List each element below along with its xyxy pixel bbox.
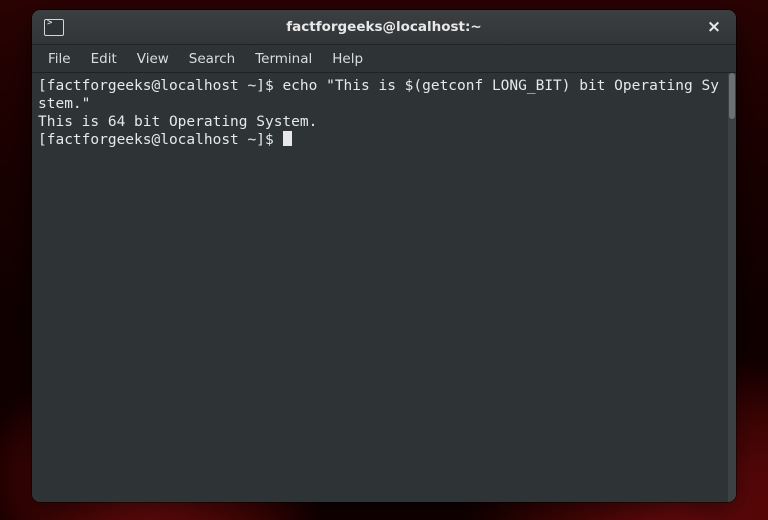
menu-edit[interactable]: Edit	[81, 48, 127, 70]
menubar: File Edit View Search Terminal Help	[32, 45, 736, 73]
terminal-content[interactable]: [factforgeeks@localhost ~]$ echo "This i…	[32, 73, 728, 502]
menu-help[interactable]: Help	[322, 48, 373, 70]
prompt: [factforgeeks@localhost ~]$	[38, 78, 282, 94]
terminal-scrollbar[interactable]	[728, 73, 736, 502]
terminal-window: factforgeeks@localhost:~ × File Edit Vie…	[32, 10, 736, 502]
terminal-body[interactable]: [factforgeeks@localhost ~]$ echo "This i…	[32, 73, 736, 502]
cursor	[283, 131, 292, 146]
menu-view[interactable]: View	[127, 48, 179, 70]
titlebar[interactable]: factforgeeks@localhost:~ ×	[32, 10, 736, 45]
output-text: This is 64 bit Operating System.	[38, 114, 317, 130]
terminal-line: [factforgeeks@localhost ~]$ echo "This i…	[38, 77, 722, 113]
menu-terminal[interactable]: Terminal	[245, 48, 322, 70]
desktop-background: factforgeeks@localhost:~ × File Edit Vie…	[0, 0, 768, 520]
close-button[interactable]: ×	[692, 10, 736, 44]
terminal-line: [factforgeeks@localhost ~]$	[38, 131, 722, 149]
window-title: factforgeeks@localhost:~	[32, 19, 736, 35]
terminal-line: This is 64 bit Operating System.	[38, 113, 722, 131]
menu-file[interactable]: File	[38, 48, 81, 70]
terminal-icon	[44, 19, 64, 36]
menu-search[interactable]: Search	[179, 48, 245, 70]
prompt: [factforgeeks@localhost ~]$	[38, 132, 282, 148]
